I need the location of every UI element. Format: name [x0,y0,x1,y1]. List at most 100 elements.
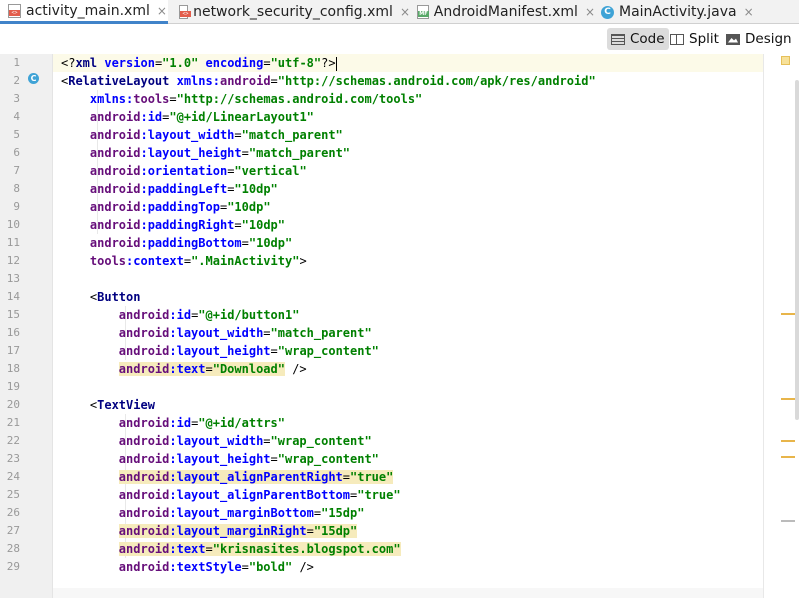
close-icon[interactable]: × [744,5,754,19]
warning-mark[interactable] [781,456,795,458]
code-token: :layout_width [140,128,235,142]
tab-label: network_security_config.xml [193,4,393,20]
line-number: 28 [6,542,20,555]
code-line[interactable]: android:text="krisnasites.blogspot.com" [61,540,401,558]
code-line[interactable]: android:layout_width="match_parent" [61,324,372,342]
code-line[interactable]: android:layout_height="wrap_content" [61,342,379,360]
code-line[interactable]: android:orientation="vertical" [61,162,307,180]
tab-android-manifest-xml[interactable]: AndroidManifest.xml × [410,0,595,24]
code-token: android [89,182,141,196]
tab-activity-main-xml[interactable]: activity_main.xml × [0,0,168,24]
close-icon[interactable]: × [400,5,410,19]
code-token: :layout_height [169,344,271,358]
code-editor[interactable]: <?xml version="1.0" encoding="utf-8"?> <R… [53,54,763,598]
code-token: = [263,326,271,340]
code-token: "match_parent" [270,326,372,340]
code-token: android [118,344,170,358]
line-number: 10 [6,218,20,231]
info-mark[interactable] [781,520,795,522]
code-line[interactable]: android:id="@+id/LinearLayout1" [61,108,314,126]
code-token: android [118,560,170,574]
code-token: = [306,524,314,538]
code-line[interactable]: android:paddingLeft="10dp" [61,180,278,198]
line-number: 8 [13,182,20,195]
code-line[interactable]: android:layout_marginRight="15dp" [61,522,358,540]
code-token: :textStyle [169,560,242,574]
class-gutter-icon[interactable]: C [28,73,39,84]
tab-label: MainActivity.java [619,4,737,20]
code-line[interactable]: tools:context=".MainActivity"> [61,252,307,270]
code-token: = [270,344,278,358]
code-token: xmlns: [89,92,134,106]
line-number: 1 [13,56,20,69]
tab-label: AndroidManifest.xml [433,4,578,20]
split-mode-button[interactable]: Split [666,28,723,50]
code-line[interactable]: android:paddingRight="10dp" [61,216,285,234]
code-line[interactable]: <RelativeLayout xmlns:android="http://sc… [61,72,596,90]
code-line[interactable]: <Button [61,288,141,306]
code-line[interactable]: android:layout_alignParentBottom="true" [61,486,401,504]
code-token: :text [169,542,206,556]
horizontal-scrollbar[interactable] [53,588,763,598]
code-line[interactable]: android:layout_width="wrap_content" [61,432,372,450]
code-token: :layout_height [169,452,271,466]
code-token: = [183,254,192,268]
line-number: 20 [6,398,20,411]
code-line[interactable]: android:id="@+id/attrs" [61,414,285,432]
warning-mark[interactable] [781,313,795,315]
code-view-icon [611,33,625,45]
code-line[interactable]: <TextView [61,396,155,414]
code-token: "match_parent" [241,128,343,142]
vertical-scrollbar[interactable] [795,80,799,420]
code-mode-button[interactable]: Code [607,28,669,50]
code-token: :id [169,416,192,430]
warning-indicator-icon[interactable] [781,56,790,65]
close-icon[interactable]: × [585,5,595,19]
code-line[interactable]: android:layout_marginBottom="15dp" [61,504,365,522]
code-token: android [118,308,170,322]
code-token: :paddingBottom [140,236,242,250]
code-line[interactable]: android:textStyle="bold" /> [61,558,314,576]
code-line[interactable]: android:layout_height="match_parent" [61,144,350,162]
design-mode-label: Design [745,31,792,47]
code-token: :id [140,110,163,124]
code-token: android [118,542,170,556]
line-number: 14 [6,290,20,303]
code-token: tools [133,92,170,106]
warning-mark[interactable] [781,398,795,400]
code-line[interactable]: android:paddingBottom="10dp" [61,234,292,252]
code-line[interactable]: <?xml version="1.0" encoding="utf-8"?> [61,54,337,72]
warning-mark[interactable] [781,440,795,442]
design-mode-button[interactable]: Design [722,28,796,50]
line-number: 3 [13,92,20,105]
code-token: android [219,74,271,88]
code-token: "10dp" [227,200,271,214]
code-line[interactable]: xmlns:tools="http://schemas.android.com/… [61,90,422,108]
code-token: :layout_width [169,326,264,340]
tab-main-activity-java[interactable]: C MainActivity.java × [595,0,770,24]
code-line[interactable]: android:layout_height="wrap_content" [61,450,379,468]
code-token: < [61,290,98,304]
line-number-gutter[interactable]: 1 2 3 4 5 6 7 8 9 10 11 12 13 14 15 16 17 18 19 20 21 22 23 24 2… [0,54,52,598]
code-token: :layout_marginRight [169,524,307,538]
tab-network-security-config-xml[interactable]: network_security_config.xml × [170,0,410,24]
code-token: = [205,362,213,376]
code-token: RelativeLayout [68,74,177,88]
code-token: :paddingLeft [140,182,228,196]
code-token: "@+id/attrs" [198,416,285,430]
close-icon[interactable]: × [157,4,167,18]
code-line[interactable]: android:text="Download" /> [61,360,307,378]
code-line[interactable]: android:layout_alignParentRight="true" [61,468,394,486]
line-number: 2 [13,74,20,87]
code-line[interactable]: android:id="@+id/button1" [61,306,300,324]
code-line[interactable]: android:layout_width="match_parent" [61,126,343,144]
line-number: 26 [6,506,20,519]
code-line[interactable]: android:paddingTop="10dp" [61,198,271,216]
